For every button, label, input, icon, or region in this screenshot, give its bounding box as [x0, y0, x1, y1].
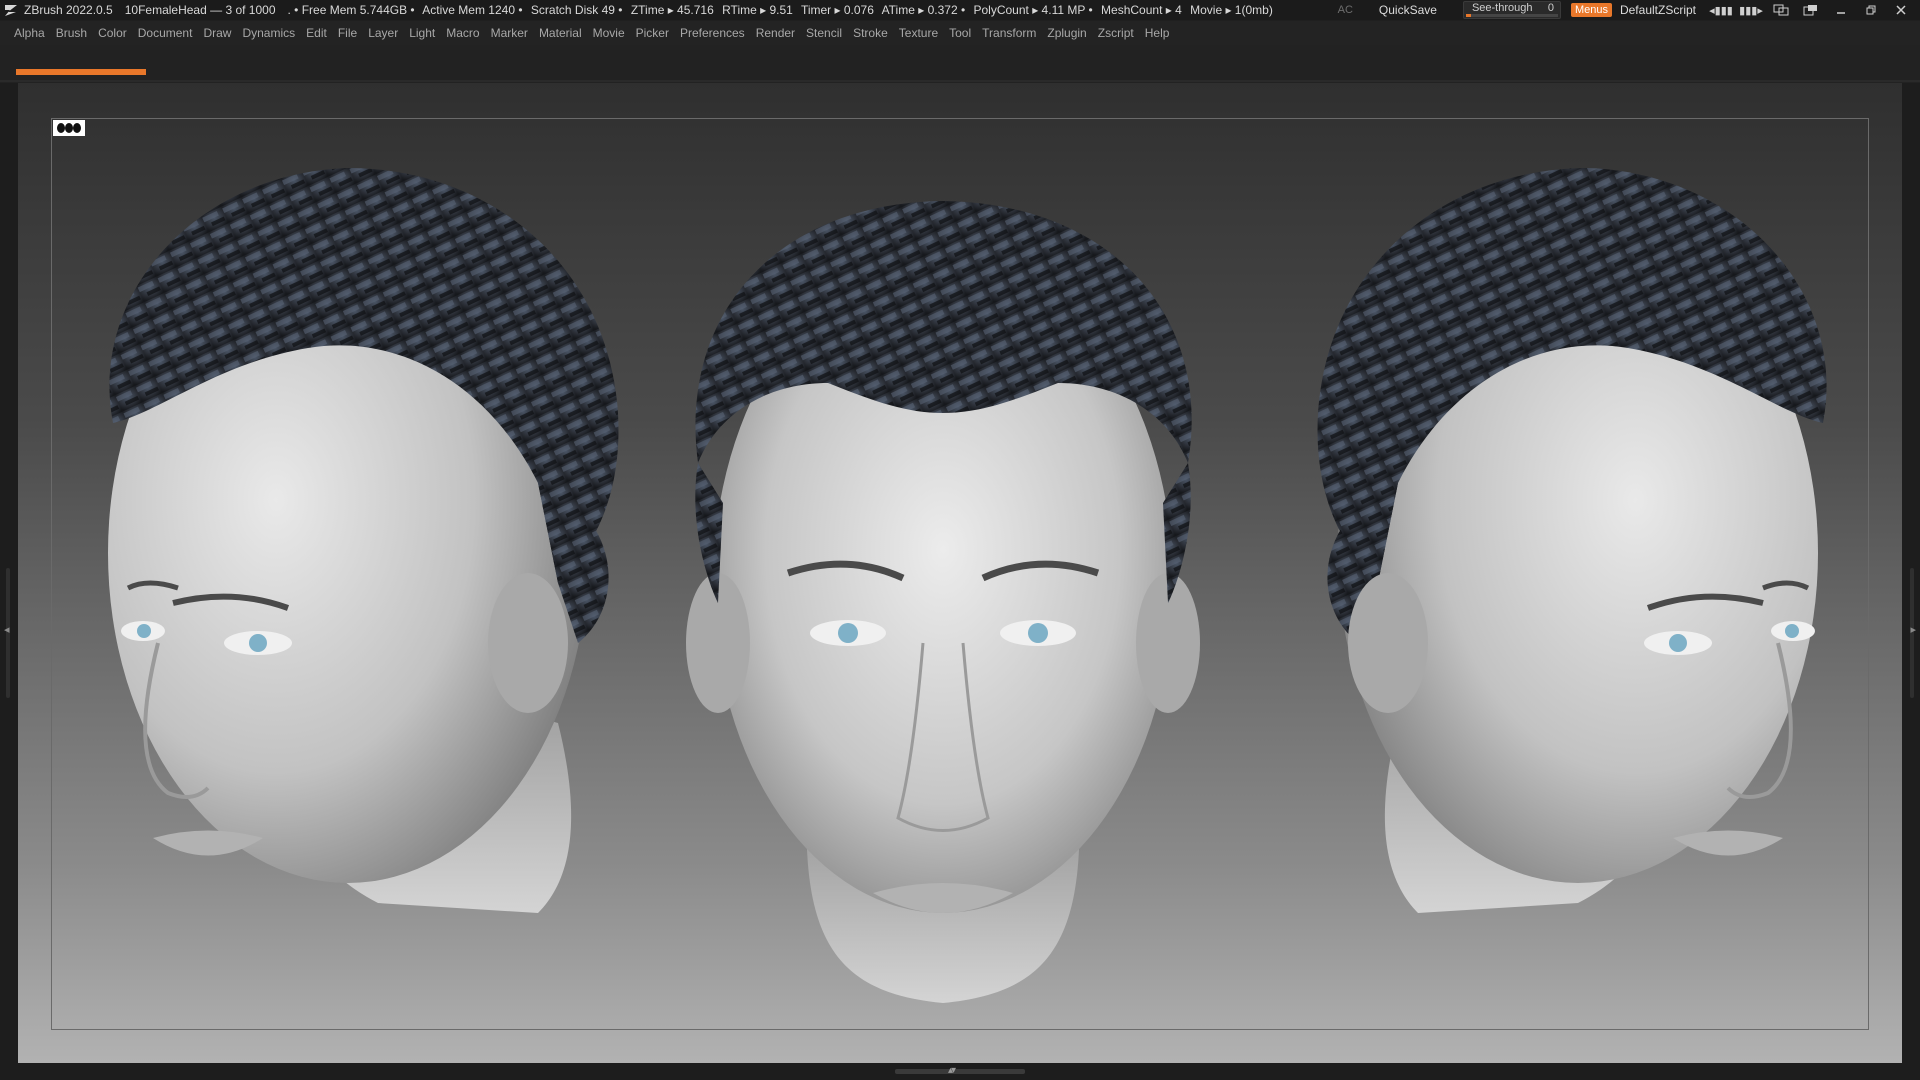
- menu-stroke[interactable]: Stroke: [853, 26, 888, 40]
- multi-window-icon[interactable]: [1800, 2, 1822, 18]
- right-shelf: ▸: [1902, 83, 1920, 1068]
- document-title: 10FemaleHead — 3 of 1000: [124, 3, 276, 17]
- see-through-slider[interactable]: See-through 0: [1462, 1, 1561, 19]
- document-divider: [0, 80, 1920, 82]
- document-progress-bar: [16, 69, 146, 75]
- swap-icon[interactable]: [1770, 2, 1792, 18]
- status-ztime: ZTime ▸ 45.716: [630, 3, 714, 17]
- menu-dynamics[interactable]: Dynamics: [242, 26, 295, 40]
- app-title: ZBrush 2022.0.5: [24, 3, 113, 17]
- right-shelf-collapse-icon[interactable]: ▸: [1910, 623, 1916, 636]
- bottom-shelf-toggle-icon[interactable]: ▴▾: [948, 1065, 956, 1076]
- status-scratch-disk: Scratch Disk 49 •: [530, 3, 623, 17]
- menu-marker[interactable]: Marker: [491, 26, 528, 40]
- head-left: [108, 168, 619, 913]
- status-movie: Movie ▸ 1(0mb): [1190, 3, 1273, 17]
- default-zscript-button[interactable]: DefaultZScript: [1620, 3, 1696, 17]
- title-bar-controls: AC QuickSave See-through 0 Menus Default…: [1338, 0, 1920, 20]
- menu-material[interactable]: Material: [539, 26, 582, 40]
- bottom-shelf-grip[interactable]: [895, 1069, 1025, 1074]
- main-menu-bar: Alpha Brush Color Document Draw Dynamics…: [0, 21, 1920, 45]
- document-canvas[interactable]: [18, 83, 1902, 1063]
- title-bar: ZBrush 2022.0.5 10FemaleHead — 3 of 1000…: [0, 0, 1920, 20]
- quicksave-button[interactable]: QuickSave: [1379, 3, 1437, 17]
- menu-stencil[interactable]: Stencil: [806, 26, 842, 40]
- menu-zscript[interactable]: Zscript: [1098, 26, 1134, 40]
- menu-document[interactable]: Document: [138, 26, 193, 40]
- perspective-heads-icon[interactable]: [53, 120, 85, 136]
- menu-picker[interactable]: Picker: [636, 26, 669, 40]
- menu-color[interactable]: Color: [98, 26, 127, 40]
- menu-file[interactable]: File: [338, 26, 357, 40]
- minimize-icon[interactable]: [1830, 2, 1852, 18]
- menu-help[interactable]: Help: [1145, 26, 1170, 40]
- see-through-fill: [1465, 14, 1472, 17]
- menu-draw[interactable]: Draw: [203, 26, 231, 40]
- see-through-label: See-through: [1471, 2, 1533, 14]
- see-through-value: 0: [1547, 2, 1554, 14]
- menu-light[interactable]: Light: [409, 26, 435, 40]
- document-strip: [0, 45, 1920, 83]
- menu-edit[interactable]: Edit: [306, 26, 327, 40]
- status-timer: Timer ▸ 0.076: [800, 3, 874, 17]
- menu-tool[interactable]: Tool: [949, 26, 971, 40]
- menu-preferences[interactable]: Preferences: [680, 26, 745, 40]
- menu-zplugin[interactable]: Zplugin: [1047, 26, 1086, 40]
- sculpt-render[interactable]: [18, 83, 1902, 1063]
- menu-transform[interactable]: Transform: [982, 26, 1036, 40]
- status-rtime: RTime ▸ 9.51: [722, 3, 793, 17]
- menus-toggle-button[interactable]: Menus: [1570, 3, 1612, 17]
- head-center: [686, 201, 1200, 1003]
- status-atime: ATime ▸ 0.372 •: [881, 3, 966, 17]
- layout-icon-1[interactable]: ◂▮▮▮: [1709, 2, 1733, 18]
- see-through-track: [1465, 14, 1558, 17]
- status-active-mem: Active Mem 1240 •: [422, 3, 523, 17]
- zbrush-logo-icon: [2, 1, 20, 19]
- bottom-shelf: ▴▾: [0, 1063, 1920, 1080]
- menu-layer[interactable]: Layer: [368, 26, 398, 40]
- status-free-mem: . • Free Mem 5.744GB •: [287, 3, 415, 17]
- menu-alpha[interactable]: Alpha: [14, 26, 45, 40]
- close-icon[interactable]: [1890, 2, 1912, 18]
- head-right: [1317, 168, 1827, 913]
- menu-brush[interactable]: Brush: [56, 26, 87, 40]
- menu-texture[interactable]: Texture: [899, 26, 938, 40]
- left-shelf-collapse-icon[interactable]: ◂: [4, 623, 10, 636]
- menu-render[interactable]: Render: [756, 26, 795, 40]
- zbrush-window: ZBrush 2022.0.5 10FemaleHead — 3 of 1000…: [0, 0, 1920, 1080]
- status-readout: . • Free Mem 5.744GB • Active Mem 1240 •…: [288, 3, 1278, 17]
- left-shelf: ◂: [0, 83, 18, 1068]
- status-meshcount: MeshCount ▸ 4: [1101, 3, 1182, 17]
- ac-toggle[interactable]: AC: [1338, 4, 1353, 16]
- layout-icon-2[interactable]: ▮▮▮▸: [1739, 2, 1763, 18]
- menu-macro[interactable]: Macro: [446, 26, 479, 40]
- status-polycount: PolyCount ▸ 4.11 MP •: [973, 3, 1093, 17]
- restore-icon[interactable]: [1860, 2, 1882, 18]
- menu-movie[interactable]: Movie: [593, 26, 625, 40]
